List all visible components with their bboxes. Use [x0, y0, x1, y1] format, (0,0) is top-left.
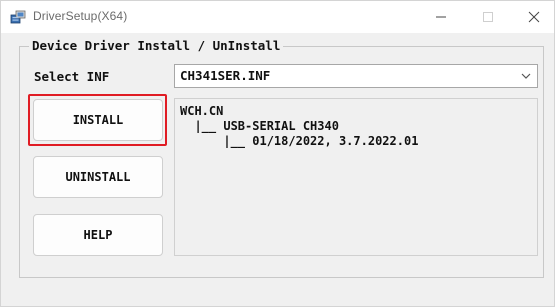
driver-info-panel: WCH.CN |__ USB-SERIAL CH340 |__ 01/18/20…	[174, 98, 538, 256]
maximize-icon	[483, 12, 493, 22]
chevron-down-icon	[521, 73, 531, 79]
close-button[interactable]	[511, 1, 556, 33]
close-icon	[528, 11, 540, 23]
select-inf-label: Select INF	[34, 69, 110, 84]
info-vendor: WCH.CN	[180, 104, 224, 118]
help-button[interactable]: HELP	[33, 214, 163, 256]
info-device: |__ USB-SERIAL CH340	[180, 119, 339, 133]
minimize-button[interactable]	[418, 1, 464, 33]
minimize-icon	[436, 16, 446, 18]
window-title: DriverSetup(X64)	[33, 9, 128, 23]
uninstall-button[interactable]: UNINSTALL	[33, 156, 163, 198]
inf-dropdown-value: CH341SER.INF	[180, 68, 271, 83]
install-highlight-box	[28, 94, 167, 146]
info-version: |__ 01/18/2022, 3.7.2022.01	[180, 134, 419, 148]
driver-setup-window: DriverSetup(X64) Device Driver Install /…	[0, 0, 555, 307]
groupbox-title: Device Driver Install / UnInstall	[29, 38, 284, 53]
inf-dropdown[interactable]: CH341SER.INF	[174, 64, 538, 88]
driver-setup-app-icon	[10, 10, 26, 24]
maximize-button[interactable]	[465, 1, 511, 33]
title-bar: DriverSetup(X64)	[1, 1, 554, 33]
